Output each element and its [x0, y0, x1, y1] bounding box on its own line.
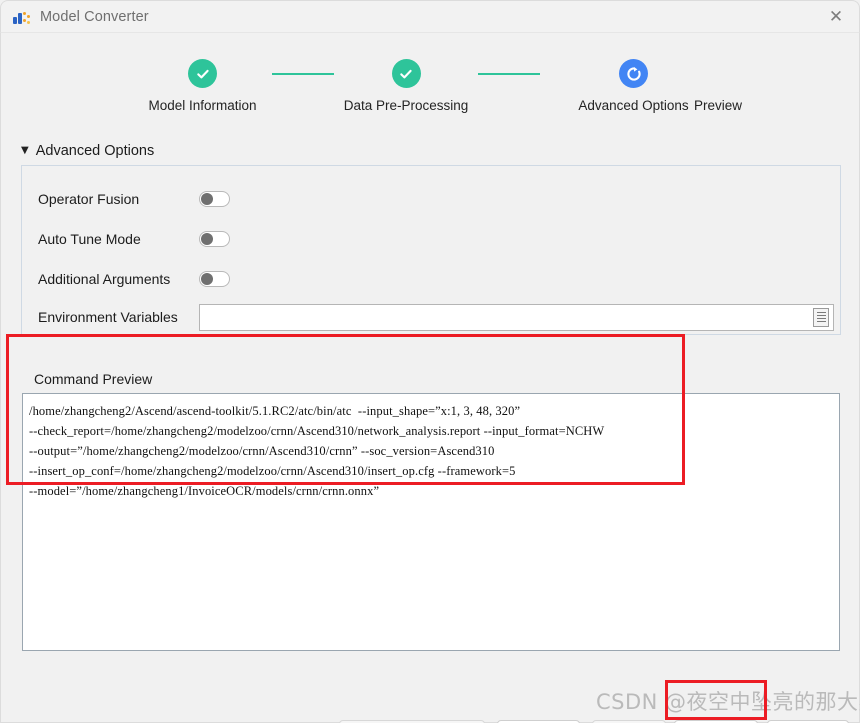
refresh-icon — [619, 59, 648, 88]
list-editor-icon[interactable] — [813, 307, 829, 327]
option-row-operator-fusion: Operator Fusion — [22, 179, 840, 219]
check-icon — [188, 59, 217, 88]
command-line: /home/zhangcheng2/Ascend/ascend-toolkit/… — [29, 404, 521, 418]
command-preview-label: Command Preview — [34, 371, 153, 387]
check-icon — [391, 59, 421, 88]
advanced-options-section-header[interactable]: ▼ Advanced Options — [21, 143, 154, 159]
section-title: Advanced Options — [35, 143, 155, 159]
command-preview-textarea[interactable]: /home/zhangcheng2/Ascend/ascend-toolkit/… — [22, 393, 840, 651]
option-label: Auto Tune Mode — [38, 231, 141, 247]
option-row-environment-variables: Environment Variables — [22, 297, 840, 337]
close-icon[interactable]: ✕ — [813, 1, 859, 33]
environment-variables-input[interactable] — [200, 304, 813, 330]
window-title: Model Converter — [40, 8, 149, 25]
environment-variables-field[interactable] — [199, 303, 834, 331]
option-row-additional-arguments: Additional Arguments — [22, 259, 840, 299]
option-label: Environment Variables — [38, 309, 178, 325]
stepper-connector-1 — [272, 73, 334, 75]
auto-tune-mode-toggle[interactable] — [199, 231, 230, 247]
operator-fusion-toggle[interactable] — [199, 191, 230, 207]
command-line: --check_report=/home/zhangcheng2/modelzo… — [29, 424, 605, 438]
command-line: --model=”/home/zhangcheng1/InvoiceOCR/mo… — [29, 484, 380, 498]
chevron-down-icon: ▼ — [21, 145, 29, 156]
dialog-footer: Load Configuration Previous Next Finish … — [1, 715, 860, 723]
command-line: --insert_op_conf=/home/zhangcheng2/model… — [29, 464, 516, 478]
step-label: Model Information — [148, 98, 257, 113]
wizard-stepper: Model Information Data Pre-Processing Ad… — [1, 59, 860, 121]
step-data-pre-processing[interactable]: Data Pre-Processing — [339, 59, 473, 113]
step-preview[interactable]: Preview — [673, 88, 763, 113]
option-row-auto-tune-mode: Auto Tune Mode — [22, 219, 840, 259]
step-label: Preview — [693, 98, 742, 113]
model-converter-window: Model Converter ✕ Model Information Data… — [0, 0, 860, 723]
advanced-options-panel: Operator Fusion Auto Tune Mode Additiona… — [21, 165, 841, 335]
dialog-body: Model Information Data Pre-Processing Ad… — [0, 33, 860, 723]
step-label: Data Pre-Processing — [343, 98, 469, 113]
title-bar: Model Converter ✕ — [0, 0, 860, 33]
step-model-information[interactable]: Model Information — [137, 59, 268, 113]
option-label: Operator Fusion — [38, 191, 140, 207]
additional-arguments-toggle[interactable] — [199, 271, 230, 287]
model-converter-icon — [13, 8, 31, 26]
option-label: Additional Arguments — [38, 271, 171, 287]
command-line: --output=”/home/zhangcheng2/modelzoo/crn… — [29, 444, 495, 458]
stepper-connector-2 — [478, 73, 540, 75]
